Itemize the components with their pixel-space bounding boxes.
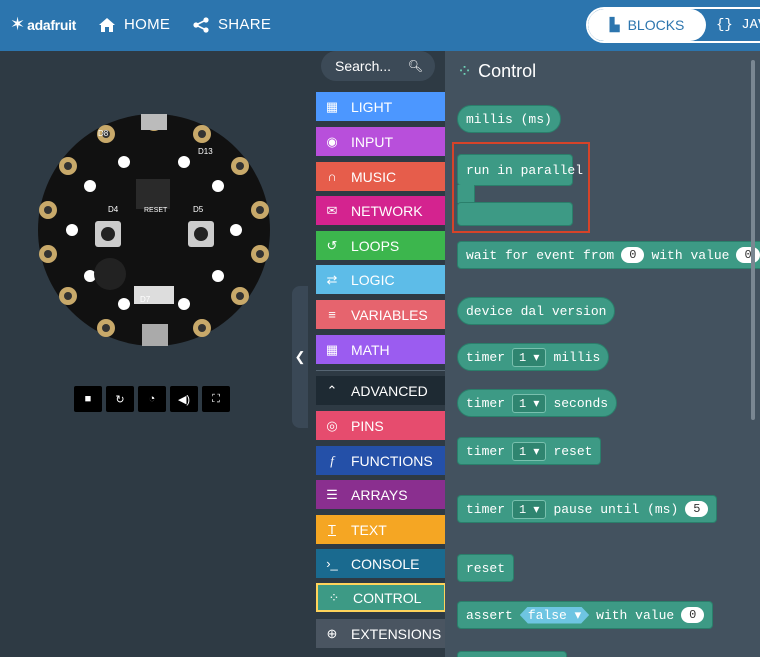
pin-icon: ◎	[326, 417, 338, 433]
timer-dropdown[interactable]: 1 ▾	[512, 393, 547, 413]
timer-millis-block[interactable]: timer 1 ▾ millis	[457, 343, 610, 371]
headphones-icon: ∩	[327, 169, 337, 184]
toolbox: Search... 🔍︎ ▦ LIGHT ◉ INPUT ∩ MUSIC ✉ NETWO…	[308, 51, 446, 657]
millis-block[interactable]: millis (ms)	[457, 105, 561, 133]
timer-dropdown[interactable]: 1 ▾	[512, 347, 547, 367]
search-input[interactable]: Search... 🔍︎	[321, 51, 435, 81]
highlight-box	[452, 142, 590, 233]
console-icon: ›_	[326, 556, 338, 571]
top-bar: ✶ adafruit HOME SHARE ▙ BLOCKS {} JAVA	[0, 0, 760, 51]
timer-reset-block[interactable]: timer 1 ▾ reset	[457, 437, 602, 465]
flyout-scrollbar[interactable]	[751, 60, 755, 420]
home-icon	[99, 17, 115, 32]
timer-pause-until-block[interactable]: timer 1 ▾ pause until (ms) 5	[457, 495, 718, 523]
category-advanced[interactable]: ⌃ ADVANCED	[316, 376, 446, 405]
flyout-title: ⁘ Control	[457, 61, 537, 81]
category-control[interactable]: ⁘ CONTROL	[316, 583, 446, 612]
plus-icon: ⊕	[326, 625, 338, 641]
category-pins[interactable]: ◎ PINS	[316, 411, 446, 440]
refresh-icon: ↺	[326, 237, 338, 253]
list-icon: ≡	[328, 307, 336, 322]
fullscreen-icon[interactable]: ⛶	[202, 386, 230, 412]
device-dal-version-block[interactable]: device dal version	[457, 297, 616, 325]
spinner-icon: ⁘	[328, 589, 340, 605]
reset-block[interactable]: reset	[457, 554, 515, 582]
sound-icon[interactable]: ◀)	[170, 386, 198, 412]
target-icon: ◉	[326, 133, 338, 149]
pad-label: D5	[193, 205, 204, 214]
category-loops[interactable]: ↺ LOOPS	[316, 231, 446, 260]
collapse-simulator-button[interactable]: ❮	[292, 286, 308, 428]
chat-icon: ✉	[326, 202, 338, 218]
category-light[interactable]: ▦ LIGHT	[316, 92, 446, 121]
pad-label: D7	[140, 295, 151, 304]
timer-dropdown[interactable]: 1 ▾	[512, 441, 547, 461]
shuffle-icon: ⇄	[326, 271, 338, 287]
toolbox-divider	[316, 370, 446, 371]
category-arrays[interactable]: ☰ ARRAYS	[316, 480, 446, 509]
category-text[interactable]: T TEXT	[316, 515, 446, 544]
share-icon	[193, 16, 209, 33]
adafruit-logo[interactable]: ✶ adafruit	[10, 14, 76, 35]
slowmo-icon[interactable]: ◔	[138, 386, 166, 412]
stop-icon[interactable]: ■	[74, 386, 102, 412]
simulator-panel: D4 D5 RESET D7 D8 D13 ■ ↻ ◔ ◀) ⛶	[0, 51, 308, 657]
category-logic[interactable]: ⇄ LOGIC	[316, 265, 446, 294]
home-button[interactable]: HOME	[98, 16, 170, 33]
pad-label: D4	[108, 205, 119, 214]
category-math[interactable]: ▦ MATH	[316, 335, 446, 364]
assert-boolean-dropdown[interactable]: false ▾	[520, 607, 589, 624]
share-button[interactable]: SHARE	[192, 16, 271, 33]
javascript-tab[interactable]: {} JAVA	[716, 17, 760, 33]
event-source-field[interactable]: 0	[621, 247, 645, 263]
category-functions[interactable]: f FUNCTIONS	[316, 446, 446, 475]
function-icon: f	[330, 452, 334, 468]
chevron-up-icon: ⌃	[326, 382, 338, 398]
category-variables[interactable]: ≡ VARIABLES	[316, 300, 446, 329]
grid-icon: ▦	[325, 98, 339, 114]
category-music[interactable]: ∩ MUSIC	[316, 162, 446, 191]
star-icon: ✶	[10, 14, 26, 34]
assert-value-field[interactable]: 0	[681, 607, 705, 623]
partial-block[interactable]	[457, 651, 567, 657]
event-value-field[interactable]: 0	[736, 247, 760, 263]
timer-dropdown[interactable]: 1 ▾	[512, 499, 547, 519]
circuit-playground-board[interactable]: D4 D5 RESET D7 D8 D13	[38, 114, 270, 346]
category-console[interactable]: ›_ CONSOLE	[316, 549, 446, 578]
pause-ms-field[interactable]: 5	[685, 501, 709, 517]
blocks-tab[interactable]: ▙ BLOCKS	[588, 9, 706, 41]
category-network[interactable]: ✉ NETWORK	[316, 196, 446, 225]
array-icon: ☰	[326, 486, 338, 502]
calculator-icon: ▦	[325, 341, 339, 357]
simulator-toolbar: ■ ↻ ◔ ◀) ⛶	[74, 386, 230, 412]
pad-label: RESET	[144, 207, 168, 214]
restart-icon[interactable]: ↻	[106, 386, 134, 412]
chevron-left-icon: ❮	[294, 349, 306, 364]
wait-for-event-block[interactable]: wait for event from 0 with value 0	[457, 241, 760, 269]
category-extensions[interactable]: ⊕ EXTENSIONS	[316, 619, 446, 648]
pad-label: D13	[198, 147, 213, 156]
search-icon: 🔍︎	[407, 59, 423, 73]
category-input[interactable]: ◉ INPUT	[316, 127, 446, 156]
timer-seconds-block[interactable]: timer 1 ▾ seconds	[457, 389, 618, 417]
puzzle-icon: ▙	[609, 17, 620, 32]
editor-toggle: ▙ BLOCKS {} JAVA	[586, 7, 760, 43]
assert-block[interactable]: assert false ▾ with value 0	[457, 601, 714, 629]
text-icon: T	[328, 522, 336, 537]
spinner-icon: ⁘	[457, 61, 473, 81]
pad-label: D8	[98, 129, 109, 138]
